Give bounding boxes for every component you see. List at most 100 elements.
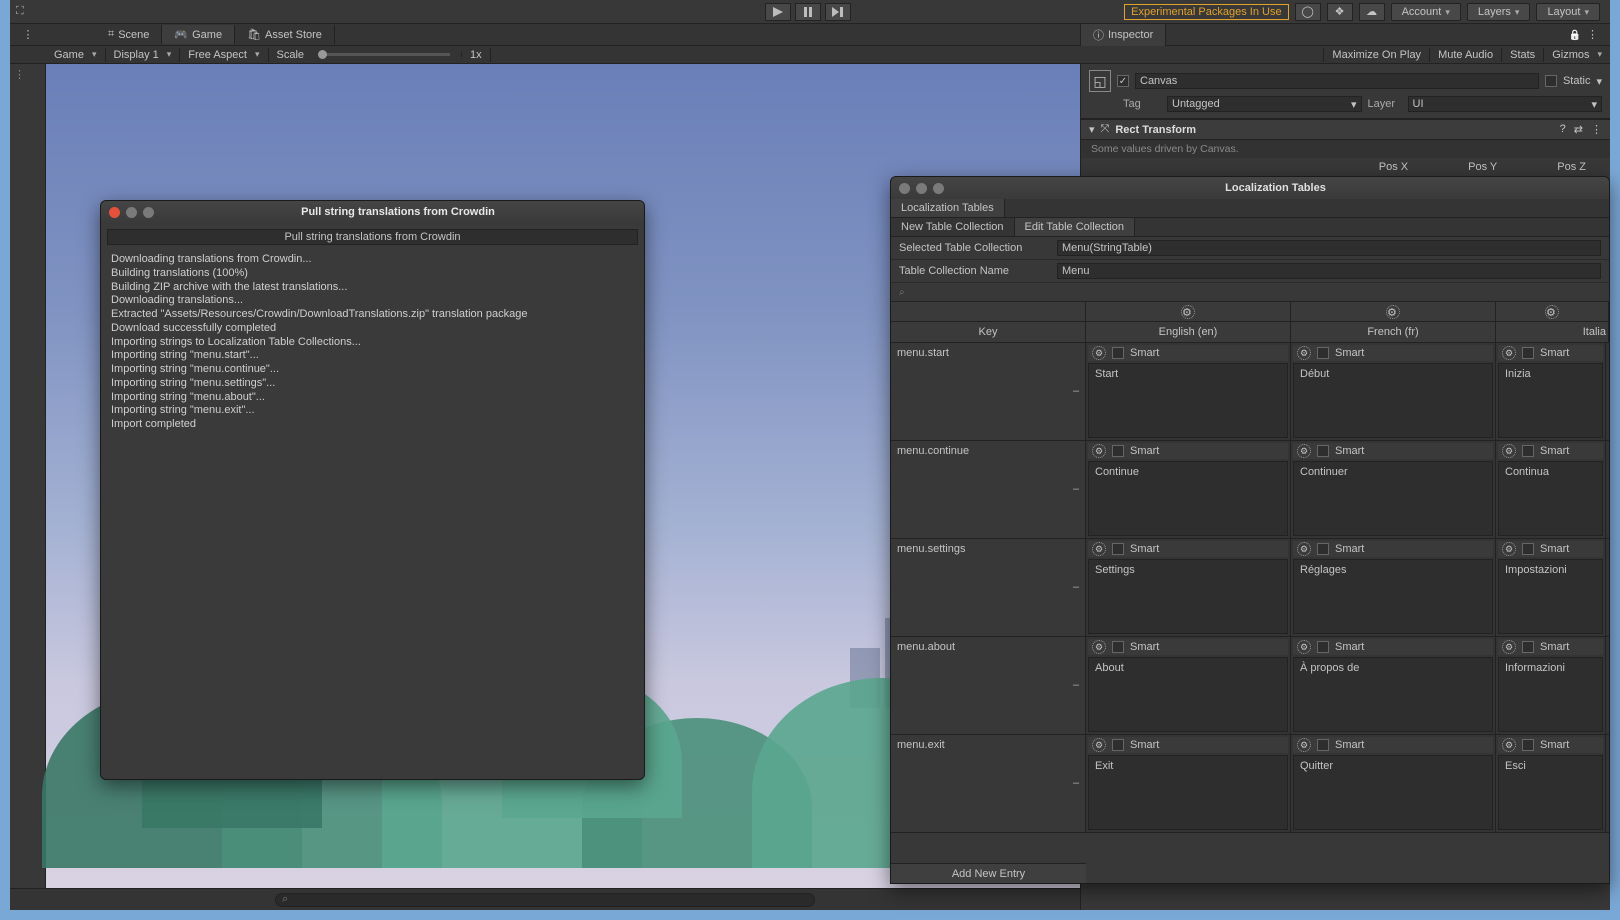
- translation-field[interactable]: Continue: [1088, 461, 1288, 536]
- account-menu[interactable]: Account: [1391, 3, 1461, 21]
- gear-icon[interactable]: ⚙: [1297, 346, 1311, 360]
- gear-icon[interactable]: ⚙: [1297, 640, 1311, 654]
- remove-row-button[interactable]: –: [1071, 777, 1081, 789]
- collab-icon[interactable]: ◯: [1295, 3, 1321, 21]
- key-cell[interactable]: menu.start–: [891, 343, 1086, 440]
- smart-checkbox[interactable]: [1522, 347, 1534, 359]
- layout-menu[interactable]: Layout: [1536, 3, 1600, 21]
- col-it[interactable]: Italia: [1496, 322, 1608, 342]
- game-camera-dropdown[interactable]: Game: [46, 48, 106, 62]
- translation-field[interactable]: Start: [1088, 363, 1288, 438]
- gameobject-name-field[interactable]: Canvas: [1135, 73, 1539, 89]
- gear-icon[interactable]: ⚙: [1502, 542, 1516, 556]
- minimize-icon[interactable]: [126, 207, 137, 218]
- layers-menu[interactable]: Layers: [1467, 3, 1531, 21]
- smart-checkbox[interactable]: [1112, 445, 1124, 457]
- translation-field[interactable]: Exit: [1088, 755, 1288, 830]
- smart-checkbox[interactable]: [1317, 739, 1329, 751]
- smart-checkbox[interactable]: [1317, 347, 1329, 359]
- remove-row-button[interactable]: –: [1071, 679, 1081, 691]
- aspect-dropdown[interactable]: Free Aspect: [180, 48, 268, 62]
- gear-icon[interactable]: ⚙: [1092, 346, 1106, 360]
- tab-game[interactable]: 🎮Game: [162, 25, 235, 44]
- lock-icon[interactable]: [1569, 29, 1581, 41]
- collection-name-field[interactable]: Menu: [1057, 263, 1601, 279]
- play-button[interactable]: [765, 3, 791, 21]
- gizmos-toggle[interactable]: Gizmos: [1543, 48, 1610, 62]
- smart-checkbox[interactable]: [1522, 739, 1534, 751]
- translation-field[interactable]: Quitter: [1293, 755, 1493, 830]
- tag-dropdown[interactable]: Untagged▾: [1167, 96, 1362, 112]
- help-icon[interactable]: ?: [1560, 123, 1566, 136]
- dialog-titlebar[interactable]: Pull string translations from Crowdin: [101, 201, 644, 223]
- active-checkbox[interactable]: ✓: [1117, 75, 1129, 87]
- display-dropdown[interactable]: Display 1: [106, 48, 181, 62]
- translation-field[interactable]: Continuer: [1293, 461, 1493, 536]
- foldout-icon[interactable]: ▾: [1089, 123, 1095, 136]
- locale-icon[interactable]: ⚙: [1386, 305, 1400, 319]
- tab-asset-store[interactable]: 🛍Asset Store: [235, 25, 335, 44]
- gear-icon[interactable]: ⚙: [1092, 444, 1106, 458]
- zoom-icon[interactable]: [933, 183, 944, 194]
- gear-icon[interactable]: ⚙: [1502, 444, 1516, 458]
- gear-icon[interactable]: ⚙: [1502, 640, 1516, 654]
- locale-icon[interactable]: ⚙: [1545, 305, 1559, 319]
- loc-tab-main[interactable]: Localization Tables: [891, 199, 1005, 217]
- smart-checkbox[interactable]: [1522, 641, 1534, 653]
- static-checkbox[interactable]: [1545, 75, 1557, 87]
- smart-checkbox[interactable]: [1522, 445, 1534, 457]
- translation-field[interactable]: Informazioni: [1498, 657, 1603, 732]
- translation-field[interactable]: Settings: [1088, 559, 1288, 634]
- minimize-icon[interactable]: [916, 183, 927, 194]
- gear-icon[interactable]: ⚙: [1092, 542, 1106, 556]
- gear-icon[interactable]: ⚙: [1502, 738, 1516, 752]
- stats-toggle[interactable]: Stats: [1501, 48, 1543, 62]
- rect-transform-header[interactable]: ▾ ⤧ Rect Transform ? ⇄ ⋮: [1081, 119, 1610, 140]
- gear-icon[interactable]: ⚙: [1092, 640, 1106, 654]
- services-icon[interactable]: ❖: [1327, 3, 1353, 21]
- gear-icon[interactable]: ⚙: [1297, 738, 1311, 752]
- loc-search[interactable]: ⌕: [899, 286, 1601, 298]
- pause-button[interactable]: [795, 3, 821, 21]
- gear-icon[interactable]: ⚙: [1297, 542, 1311, 556]
- translation-field[interactable]: Inizia: [1498, 363, 1603, 438]
- tab-inspector[interactable]: ⓘInspector: [1081, 24, 1166, 46]
- loc-titlebar[interactable]: Localization Tables: [891, 177, 1609, 199]
- translation-field[interactable]: Réglages: [1293, 559, 1493, 634]
- step-button[interactable]: [825, 3, 851, 21]
- gear-icon[interactable]: ⚙: [1297, 444, 1311, 458]
- smart-checkbox[interactable]: [1112, 543, 1124, 555]
- remove-row-button[interactable]: –: [1071, 483, 1081, 495]
- gear-icon[interactable]: ⚙: [1502, 346, 1516, 360]
- translation-field[interactable]: Début: [1293, 363, 1493, 438]
- key-cell[interactable]: menu.continue–: [891, 441, 1086, 538]
- pivot-icon[interactable]: ⛶: [16, 5, 24, 18]
- kebab-icon[interactable]: ⋮: [1587, 28, 1598, 41]
- key-cell[interactable]: menu.exit–: [891, 735, 1086, 832]
- subtab-new-collection[interactable]: New Table Collection: [891, 218, 1015, 236]
- translation-field[interactable]: Esci: [1498, 755, 1603, 830]
- translation-field[interactable]: Impostazioni: [1498, 559, 1603, 634]
- smart-checkbox[interactable]: [1112, 641, 1124, 653]
- smart-checkbox[interactable]: [1317, 543, 1329, 555]
- translation-field[interactable]: About: [1088, 657, 1288, 732]
- mute-toggle[interactable]: Mute Audio: [1429, 48, 1501, 62]
- smart-checkbox[interactable]: [1112, 739, 1124, 751]
- translation-field[interactable]: Continua: [1498, 461, 1603, 536]
- preset-icon[interactable]: ⇄: [1574, 123, 1583, 136]
- subtab-edit-collection[interactable]: Edit Table Collection: [1015, 218, 1135, 236]
- kebab-icon[interactable]: ⋮: [1591, 123, 1602, 136]
- col-fr[interactable]: French (fr): [1291, 322, 1495, 342]
- smart-checkbox[interactable]: [1522, 543, 1534, 555]
- layer-dropdown[interactable]: UI▾: [1408, 96, 1603, 112]
- col-en[interactable]: English (en): [1086, 322, 1290, 342]
- remove-row-button[interactable]: –: [1071, 385, 1081, 397]
- add-new-entry-button[interactable]: Add New Entry: [891, 863, 1086, 883]
- translation-field[interactable]: À propos de: [1293, 657, 1493, 732]
- dock-lock-icon[interactable]: ⋮: [23, 28, 34, 41]
- smart-checkbox[interactable]: [1317, 445, 1329, 457]
- gear-icon[interactable]: ⚙: [1092, 738, 1106, 752]
- scale-slider[interactable]: [312, 52, 462, 57]
- selected-collection-dropdown[interactable]: Menu(StringTable): [1057, 240, 1601, 256]
- key-cell[interactable]: menu.settings–: [891, 539, 1086, 636]
